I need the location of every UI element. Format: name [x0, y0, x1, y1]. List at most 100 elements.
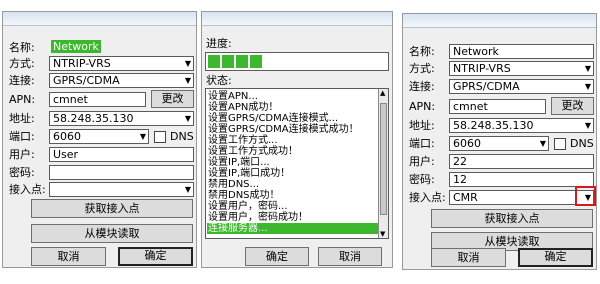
status-line: 设置IP,端口成功！ — [208, 168, 291, 179]
address-value: 58.248.35.130 — [453, 119, 534, 132]
chevron-down-icon: ▼ — [584, 64, 591, 73]
cancel-button[interactable]: 取消 — [318, 247, 382, 266]
address-label: 地址: — [409, 119, 435, 132]
port-label: 端口: — [9, 130, 35, 143]
address-value: 58.248.35.130 — [53, 112, 134, 125]
access-point-label: 接入点: — [9, 183, 46, 196]
network-settings-panel-right: 名称: Network 方式: NTRIP-VRS ▼ 连接: GPRS/CDM… — [402, 13, 597, 270]
chevron-down-icon: ▼ — [184, 114, 191, 123]
port-select[interactable]: 6060 ▼ — [49, 129, 149, 144]
password-value: 12 — [453, 173, 467, 186]
dns-checkbox[interactable] — [154, 131, 166, 143]
mode-label: 方式: — [409, 62, 435, 75]
mode-value: NTRIP-VRS — [453, 62, 511, 75]
mode-select[interactable]: NTRIP-VRS ▼ — [449, 61, 594, 76]
mode-select[interactable]: NTRIP-VRS ▼ — [49, 56, 194, 71]
ok-button[interactable]: 确定 — [518, 248, 593, 267]
ok-button[interactable]: 确定 — [245, 247, 309, 266]
port-value: 6060 — [453, 137, 481, 150]
chevron-down-icon: ▼ — [184, 76, 191, 85]
name-label: 名称: — [409, 45, 435, 58]
title-bar — [3, 12, 196, 26]
user-label: 用户: — [9, 148, 35, 161]
connection-label: 连接: — [409, 80, 435, 93]
title-bar — [403, 14, 596, 28]
connection-value: GPRS/CDMA — [453, 80, 520, 93]
port-select[interactable]: 6060 ▼ — [449, 136, 549, 151]
apn-value: cmnet — [53, 93, 88, 106]
status-line: 禁用DNS成功！ — [208, 190, 280, 201]
apn-input[interactable]: cmnet — [49, 92, 146, 107]
progress-segment — [222, 55, 234, 68]
user-value: User — [53, 148, 79, 161]
address-label: 地址: — [9, 112, 35, 125]
password-input[interactable] — [49, 165, 194, 180]
port-label: 端口: — [409, 137, 435, 150]
change-button[interactable]: 更改 — [551, 97, 594, 115]
status-line: 设置工作方式成功！ — [208, 146, 298, 157]
apn-label: APN: — [409, 100, 436, 113]
read-from-module-button[interactable]: 从模块读取 — [31, 224, 193, 243]
user-value: 22 — [453, 155, 467, 168]
mode-value: NTRIP-VRS — [53, 57, 111, 70]
progress-segment — [236, 55, 248, 68]
chevron-down-icon: ▼ — [184, 185, 191, 194]
address-select[interactable]: 58.248.35.130 ▼ — [49, 111, 194, 126]
name-label: 名称: — [9, 41, 35, 54]
chevron-down-icon: ▼ — [539, 139, 546, 148]
progress-segment — [208, 55, 220, 68]
connection-select[interactable]: GPRS/CDMA ▼ — [449, 79, 594, 94]
user-label: 用户: — [409, 155, 435, 168]
chevron-down-icon: ▼ — [184, 59, 191, 68]
access-point-select[interactable]: ▼ — [49, 182, 194, 197]
scroll-up-icon[interactable]: ▲ — [380, 89, 385, 97]
name-input[interactable]: Network — [449, 44, 594, 59]
get-access-point-button[interactable]: 获取接入点 — [31, 199, 193, 218]
access-point-label: 接入点: — [409, 191, 446, 204]
connection-label: 连接: — [9, 74, 35, 87]
ok-button[interactable]: 确定 — [118, 247, 193, 266]
user-input[interactable]: User — [49, 147, 194, 162]
status-line: 设置工作方式... — [208, 135, 278, 146]
user-input[interactable]: 22 — [449, 154, 594, 169]
get-access-point-button[interactable]: 获取接入点 — [431, 209, 593, 228]
status-line: 设置APN成功！ — [208, 102, 279, 113]
chevron-down-icon: ▼ — [584, 82, 591, 91]
status-line: 设置用户，密码... — [208, 201, 288, 212]
access-point-select[interactable]: CMR ▼ — [449, 190, 594, 205]
connection-progress-panel: 进度: 状态: ▲ ▼ 设置APN... 设置APN成功！ 设置GPRS/CDMA连… — [201, 11, 393, 268]
apn-value: cmnet — [453, 100, 488, 113]
password-label: 密码: — [9, 166, 35, 179]
name-value: Network — [51, 40, 101, 53]
status-scrollbar[interactable]: ▲ ▼ — [378, 89, 388, 238]
change-button[interactable]: 更改 — [151, 90, 194, 108]
status-line: 设置IP,端口... — [208, 157, 270, 168]
cancel-button[interactable]: 取消 — [431, 248, 506, 267]
mode-label: 方式: — [9, 57, 35, 70]
title-bar — [202, 12, 392, 26]
status-log: ▲ ▼ 设置APN... 设置APN成功！ 设置GPRS/CDMA连接模式... 设置… — [205, 88, 389, 239]
name-value: Network — [453, 45, 499, 58]
scrollbar-thumb[interactable] — [380, 103, 387, 215]
dns-checkbox[interactable] — [554, 138, 566, 150]
status-line: 设置用户，密码成功！ — [208, 212, 308, 223]
dns-label: DNS — [170, 130, 194, 143]
address-select[interactable]: 58.248.35.130 ▼ — [449, 118, 594, 133]
scroll-down-icon[interactable]: ▼ — [380, 230, 385, 238]
status-line: 设置GPRS/CDMA连接模式成功！ — [208, 124, 359, 135]
chevron-down-icon: ▼ — [584, 121, 591, 130]
apn-input[interactable]: cmnet — [449, 99, 546, 114]
connection-select[interactable]: GPRS/CDMA ▼ — [49, 73, 194, 88]
access-point-value: CMR — [453, 191, 478, 204]
chevron-down-icon: ▼ — [139, 132, 146, 141]
name-field[interactable]: Network — [49, 40, 194, 55]
progress-label: 进度: — [206, 37, 232, 50]
password-input[interactable]: 12 — [449, 172, 594, 187]
apn-label: APN: — [9, 93, 36, 106]
network-settings-panel-left: 名称: Network 方式: NTRIP-VRS ▼ 连接: GPRS/CDM… — [2, 11, 197, 268]
connection-value: GPRS/CDMA — [53, 74, 120, 87]
cancel-button[interactable]: 取消 — [31, 247, 106, 266]
highlight-box — [575, 186, 596, 206]
progress-bar — [205, 52, 389, 71]
dns-label: DNS — [570, 137, 594, 150]
